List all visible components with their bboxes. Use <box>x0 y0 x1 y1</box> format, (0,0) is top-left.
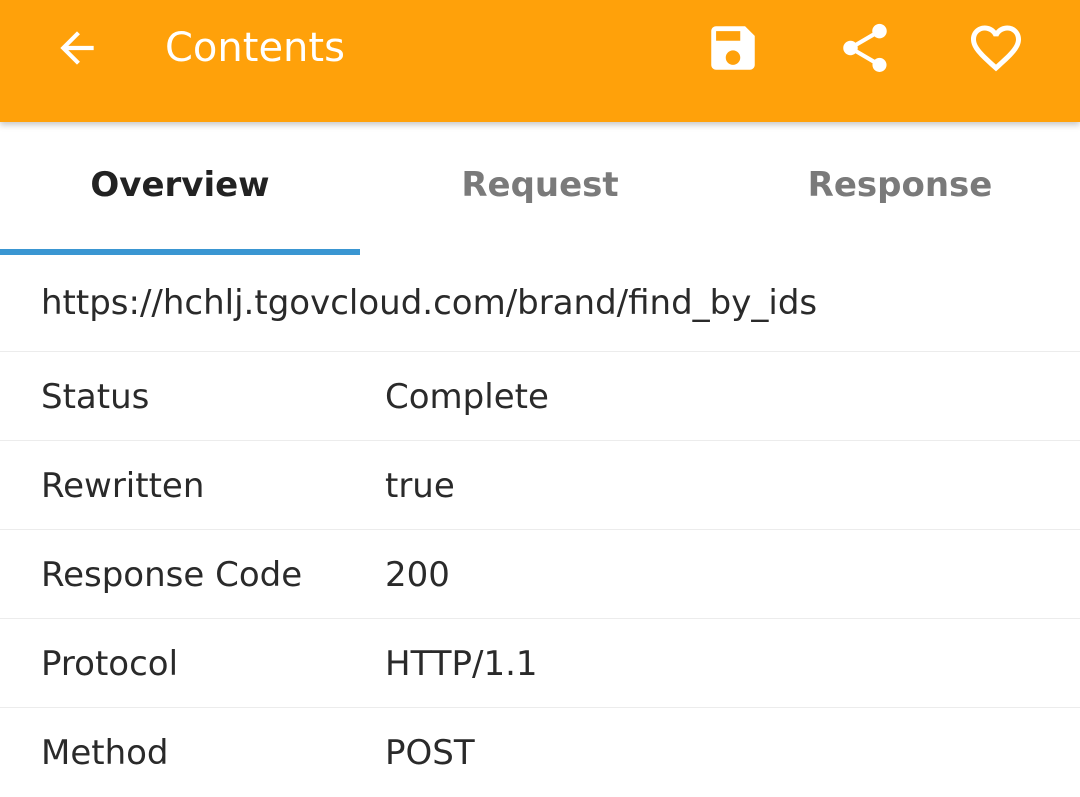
row-label: Method <box>41 732 169 773</box>
list-item-method[interactable]: Method POST <box>0 708 1080 797</box>
share-button[interactable] <box>835 18 895 78</box>
row-label: Response Code <box>41 554 303 595</box>
row-label: Status <box>41 376 150 417</box>
back-button[interactable] <box>50 21 104 75</box>
row-value: 200 <box>385 554 450 595</box>
tab-bar: Overview Request Response <box>0 122 1080 255</box>
arrow-left-icon <box>60 31 94 65</box>
floppy-disk-icon <box>711 26 755 70</box>
heart-outline-icon <box>971 25 1021 72</box>
list-item-status[interactable]: Status Complete <box>0 352 1080 441</box>
tab-response[interactable]: Response <box>720 122 1080 255</box>
list-item-rewritten[interactable]: Rewritten true <box>0 441 1080 530</box>
row-value: Complete <box>385 376 549 417</box>
row-label: Protocol <box>41 643 179 684</box>
overview-list: https://hchlj.tgovcloud.com/brand/find_b… <box>0 255 1080 797</box>
list-item-protocol[interactable]: Protocol HTTP/1.1 <box>0 619 1080 708</box>
share-icon <box>843 23 887 72</box>
favorite-button[interactable] <box>966 18 1026 78</box>
row-value: POST <box>385 732 475 773</box>
tab-request[interactable]: Request <box>360 122 720 255</box>
app-bar: Contents <box>0 0 1080 122</box>
row-value: HTTP/1.1 <box>385 643 538 684</box>
row-value: true <box>385 465 455 506</box>
tab-overview[interactable]: Overview <box>0 122 360 255</box>
list-item-response-code[interactable]: Response Code 200 <box>0 530 1080 619</box>
page-title: Contents <box>165 25 345 71</box>
row-label: Rewritten <box>41 465 205 506</box>
request-url[interactable]: https://hchlj.tgovcloud.com/brand/find_b… <box>0 255 1080 352</box>
save-button[interactable] <box>703 18 763 78</box>
